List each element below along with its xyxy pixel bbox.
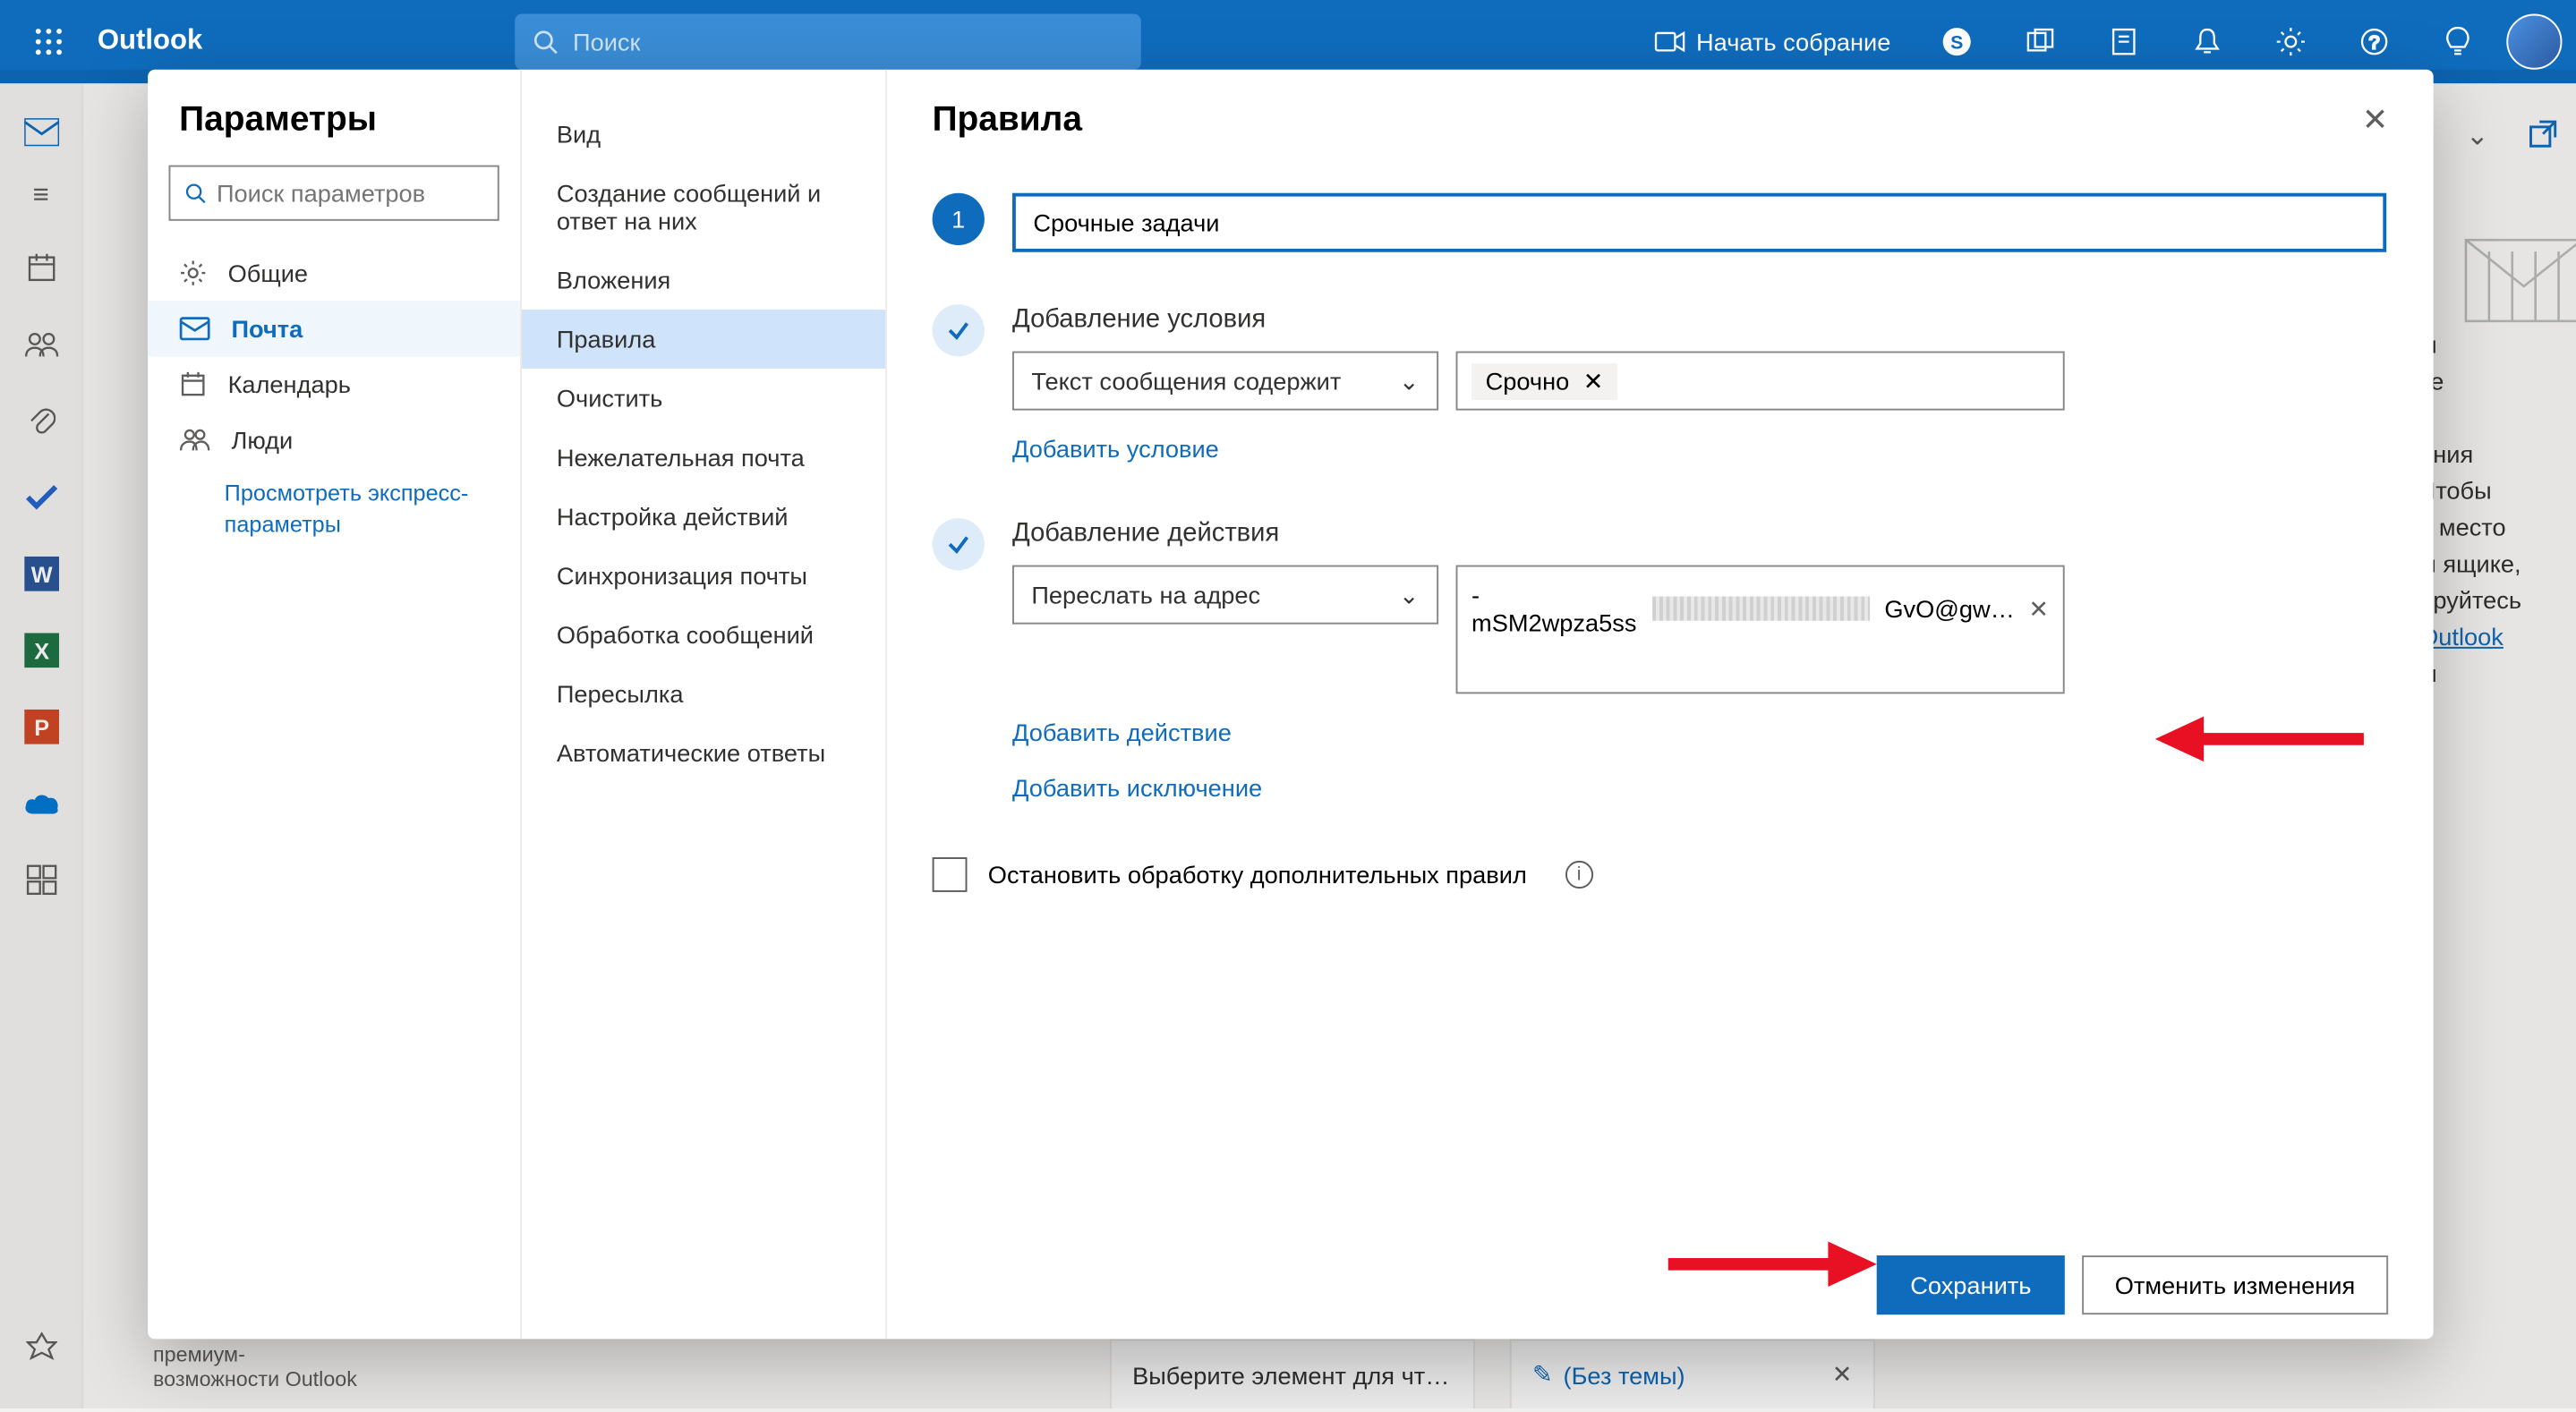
mail-icon — [179, 317, 210, 341]
skype-icon[interactable]: S — [1922, 7, 1992, 77]
subnav-attachments[interactable]: Вложения — [522, 251, 885, 310]
search-icon — [184, 181, 206, 205]
category-general[interactable]: Общие — [148, 245, 520, 301]
add-exception-link[interactable]: Добавить исключение — [1012, 774, 1262, 802]
action-dropdown[interactable]: Переслать на адрес ⌄ — [1012, 566, 1438, 625]
cancel-button[interactable]: Отменить изменения — [2082, 1255, 2388, 1314]
forward-address-box[interactable]: -mSM2wpza5ssGvO@gw… ✕ — [1456, 566, 2065, 694]
subnav-auto[interactable]: Автоматические ответы — [522, 723, 885, 782]
search-input[interactable] — [573, 28, 1124, 55]
app-launcher-icon[interactable] — [14, 7, 84, 77]
add-condition-link[interactable]: Добавить условие — [1012, 435, 1219, 463]
settings-dialog: Параметры Общие Почта Календарь Люди Про… — [148, 70, 2433, 1340]
condition-tag: Срочно ✕ — [1471, 362, 1617, 399]
chevron-down-icon: ⌄ — [1399, 580, 1420, 609]
svg-text:?: ? — [2369, 31, 2380, 53]
subnav-junk[interactable]: Нежелательная почта — [522, 428, 885, 487]
video-icon — [1654, 30, 1685, 54]
bell-icon[interactable] — [2172, 7, 2242, 77]
close-dialog-button[interactable]: ✕ — [2362, 103, 2388, 140]
subnav-forwarding[interactable]: Пересылка — [522, 664, 885, 723]
info-icon[interactable]: i — [1565, 861, 1593, 889]
settings-categories: Параметры Общие Почта Календарь Люди Про… — [148, 70, 522, 1340]
settings-subnav: Вид Создание сообщений и ответ на них Вл… — [522, 70, 887, 1340]
subnav-actions[interactable]: Настройка действий — [522, 487, 885, 546]
stop-processing-checkbox[interactable] — [933, 857, 968, 892]
redacted-text — [1652, 597, 1871, 621]
global-search[interactable] — [516, 14, 1142, 70]
help-icon[interactable]: ? — [2340, 7, 2410, 77]
notes-icon[interactable] — [2089, 7, 2159, 77]
add-action-link[interactable]: Добавить действие — [1012, 719, 1232, 746]
condition-check-icon — [933, 304, 985, 356]
annotation-arrow-2 — [1668, 1238, 1877, 1290]
category-mail[interactable]: Почта — [148, 301, 520, 356]
stop-processing-label: Остановить обработку дополнительных прав… — [988, 861, 1527, 889]
condition-value-box[interactable]: Срочно ✕ — [1456, 352, 2065, 411]
quick-settings-link[interactable]: Просмотреть экспресс-параметры — [148, 468, 520, 541]
gear-icon[interactable] — [2256, 7, 2325, 77]
annotation-arrow-1 — [2155, 713, 2364, 765]
tips-icon[interactable] — [2423, 7, 2493, 77]
user-avatar[interactable] — [2506, 14, 2562, 70]
subnav-compose[interactable]: Создание сообщений и ответ на них — [522, 164, 885, 251]
gear-icon — [179, 259, 207, 287]
action-check-icon — [933, 518, 985, 570]
add-condition-label: Добавление условия — [1012, 304, 2388, 334]
add-action-label: Добавление действия — [1012, 518, 2388, 548]
step-1-badge: 1 — [933, 193, 985, 245]
remove-tag-icon[interactable]: ✕ — [1583, 366, 1604, 396]
category-people[interactable]: Люди — [148, 413, 520, 468]
category-calendar[interactable]: Календарь — [148, 356, 520, 412]
search-icon — [533, 28, 559, 55]
save-button[interactable]: Сохранить — [1877, 1255, 2064, 1314]
rules-editor: Правила ✕ 1 Добавление условия — [887, 70, 2434, 1340]
chevron-down-icon: ⌄ — [1399, 366, 1420, 396]
subnav-rules[interactable]: Правила — [522, 310, 885, 369]
settings-search[interactable] — [169, 166, 499, 221]
rule-name-input[interactable] — [1012, 193, 2386, 252]
brand-label: Outlook — [98, 26, 202, 57]
email-pill: -mSM2wpza5ssGvO@gw… ✕ — [1471, 581, 2049, 636]
people-icon — [179, 428, 210, 452]
teams-icon[interactable] — [2006, 7, 2076, 77]
svg-text:S: S — [1950, 31, 1963, 53]
settings-search-input[interactable] — [217, 179, 483, 207]
calendar-icon — [179, 370, 207, 398]
condition-dropdown[interactable]: Текст сообщения содержит ⌄ — [1012, 352, 1438, 411]
subnav-sweep[interactable]: Очистить — [522, 369, 885, 428]
start-meeting-button[interactable]: Начать собрание — [1637, 28, 1908, 55]
rules-title: Правила — [933, 101, 1082, 141]
subnav-layout[interactable]: Вид — [522, 105, 885, 164]
subnav-handling[interactable]: Обработка сообщений — [522, 605, 885, 664]
subnav-sync[interactable]: Синхронизация почты — [522, 546, 885, 605]
remove-email-icon[interactable]: ✕ — [2028, 594, 2049, 624]
settings-title: Параметры — [148, 101, 520, 166]
